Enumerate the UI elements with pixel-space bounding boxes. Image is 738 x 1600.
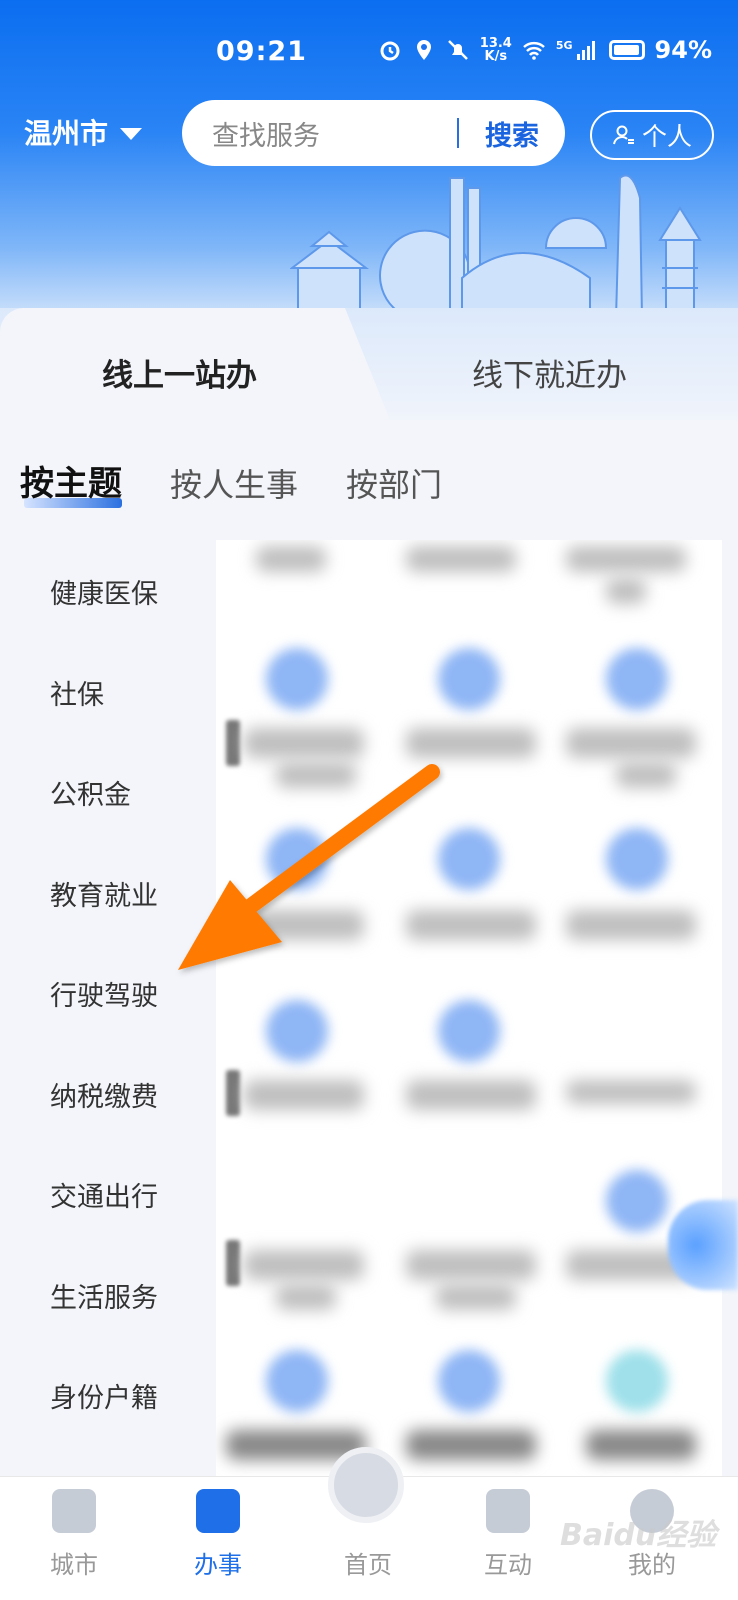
net-speed-unit: K/s bbox=[484, 49, 508, 64]
blurred-label bbox=[406, 910, 536, 940]
nav-label-services: 办事 bbox=[194, 1551, 242, 1579]
clipboard-icon bbox=[196, 1489, 240, 1533]
service-icon-blurred[interactable] bbox=[266, 828, 328, 890]
tab-online[interactable]: 线上一站办 bbox=[102, 350, 257, 395]
service-icon-blurred[interactable] bbox=[606, 1350, 668, 1412]
blurred-label bbox=[406, 728, 536, 758]
tab-by-theme[interactable]: 按主题 bbox=[20, 456, 122, 505]
tab-by-department[interactable]: 按部门 bbox=[346, 460, 442, 506]
blurred-label bbox=[406, 1080, 536, 1110]
service-icon-blurred[interactable] bbox=[438, 648, 500, 710]
blurred-label bbox=[436, 1284, 516, 1310]
blurred-label bbox=[244, 1250, 364, 1280]
city-selector[interactable]: 温州市 bbox=[24, 112, 143, 152]
service-icon-blurred[interactable] bbox=[266, 1000, 328, 1062]
blurred-char bbox=[226, 1240, 240, 1286]
service-icon-blurred[interactable] bbox=[606, 828, 668, 890]
mute-icon bbox=[447, 40, 468, 60]
search-button[interactable]: 搜索 bbox=[459, 114, 565, 153]
sidebar-item-social-security[interactable]: 社保 bbox=[50, 673, 104, 712]
blurred-label bbox=[566, 910, 696, 940]
blurred-label bbox=[586, 1430, 696, 1460]
blurred-label bbox=[606, 578, 646, 604]
service-mode-tabs: 线上一站办 线下就近办 bbox=[0, 308, 738, 420]
blurred-label bbox=[406, 546, 516, 572]
city-label: 温州市 bbox=[24, 117, 109, 150]
nav-label-interact: 互动 bbox=[484, 1551, 532, 1579]
net-speed: 13.4 K/s bbox=[480, 37, 512, 63]
sidebar-item-id-household[interactable]: 身份户籍 bbox=[50, 1376, 158, 1415]
sidebar-item-housing-fund[interactable]: 公积金 bbox=[50, 773, 131, 812]
city-icon bbox=[52, 1489, 96, 1533]
alarm-icon bbox=[380, 41, 400, 61]
blurred-label bbox=[256, 546, 326, 572]
status-icons: 13.4 K/s 5G 94% bbox=[378, 36, 712, 64]
status-time: 09:21 bbox=[216, 36, 307, 67]
service-grid-blurred bbox=[216, 540, 722, 1476]
service-icon-blurred[interactable] bbox=[606, 1170, 668, 1232]
status-bar: 09:21 13.4 K/s 5G 94% bbox=[0, 0, 738, 100]
nav-interact[interactable]: 互动 bbox=[448, 1477, 568, 1600]
chat-icon bbox=[486, 1489, 530, 1533]
search-input[interactable]: 查找服务 bbox=[212, 114, 457, 153]
blurred-label bbox=[406, 1250, 536, 1280]
service-icon-blurred[interactable] bbox=[266, 648, 328, 710]
chevron-down-icon bbox=[120, 128, 143, 140]
nav-city[interactable]: 城市 bbox=[14, 1477, 134, 1600]
header: 09:21 13.4 K/s 5G 94% 温州市 查找服务 搜索 个人 bbox=[0, 0, 738, 330]
search-bar[interactable]: 查找服务 搜索 bbox=[182, 100, 565, 166]
sidebar-item-transportation[interactable]: 交通出行 bbox=[50, 1175, 158, 1214]
signal-type: 5G bbox=[555, 38, 573, 52]
blurred-label bbox=[276, 762, 356, 788]
blurred-label bbox=[244, 1080, 364, 1110]
blurred-label bbox=[244, 728, 364, 758]
sidebar-item-driving[interactable]: 行驶驾驶 bbox=[50, 974, 158, 1013]
location-icon bbox=[416, 40, 431, 60]
wifi-icon bbox=[523, 42, 545, 60]
blurred-label bbox=[566, 1080, 696, 1104]
category-tabs: 按主题 按人生事 按部门 bbox=[0, 456, 738, 516]
nav-label-home: 首页 bbox=[344, 1551, 392, 1579]
service-icon-blurred[interactable] bbox=[438, 1350, 500, 1412]
service-icon-blurred[interactable] bbox=[266, 1350, 328, 1412]
battery-level: 94% bbox=[654, 36, 712, 64]
nav-home[interactable]: 首页 bbox=[308, 1447, 428, 1600]
service-icon-blurred[interactable] bbox=[438, 1000, 500, 1062]
blurred-char bbox=[226, 720, 240, 766]
sidebar-item-education-employment[interactable]: 教育就业 bbox=[50, 874, 158, 913]
personal-button[interactable]: 个人 bbox=[590, 110, 714, 160]
sidebar-item-health-insurance[interactable]: 健康医保 bbox=[50, 572, 158, 611]
floating-assistant-button[interactable] bbox=[668, 1200, 738, 1290]
tab-by-life-event[interactable]: 按人生事 bbox=[170, 460, 298, 506]
blurred-label bbox=[406, 1430, 536, 1460]
user-icon bbox=[613, 125, 634, 145]
personal-label: 个人 bbox=[641, 122, 692, 151]
baidu-watermark: Baidu经验 bbox=[560, 1518, 717, 1553]
signal-icon bbox=[576, 41, 595, 60]
home-logo-icon bbox=[328, 1447, 404, 1523]
battery-icon bbox=[608, 40, 645, 60]
nav-label-city: 城市 bbox=[50, 1551, 98, 1579]
blurred-label bbox=[566, 728, 696, 758]
city-skyline-illustration bbox=[290, 174, 702, 319]
theme-sidebar: 健康医保 社保 公积金 教育就业 行驶驾驶 纳税缴费 交通出行 生活服务 身份户… bbox=[0, 536, 216, 1476]
sidebar-item-tax-payment[interactable]: 纳税缴费 bbox=[50, 1075, 158, 1114]
sidebar-item-life-services[interactable]: 生活服务 bbox=[50, 1276, 158, 1315]
nav-services[interactable]: 办事 bbox=[158, 1477, 278, 1600]
tab-offline[interactable]: 线下就近办 bbox=[472, 350, 627, 395]
service-icon-blurred[interactable] bbox=[438, 828, 500, 890]
blurred-label bbox=[566, 546, 686, 572]
blurred-label bbox=[276, 1284, 336, 1310]
service-icon-blurred[interactable] bbox=[606, 648, 668, 710]
blurred-label bbox=[244, 910, 364, 940]
blurred-label bbox=[616, 762, 676, 788]
blurred-char bbox=[226, 1070, 240, 1116]
